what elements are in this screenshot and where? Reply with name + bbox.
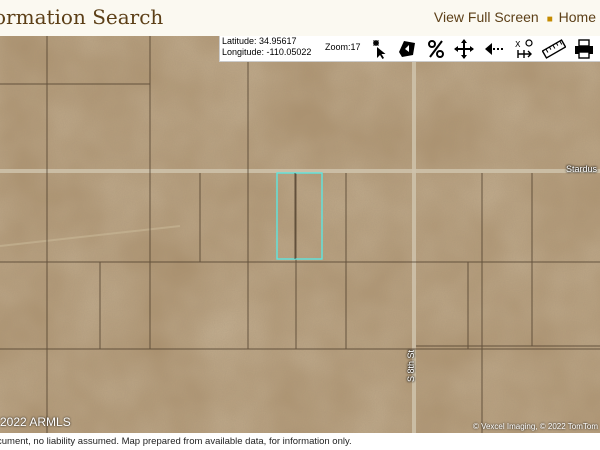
print-tool[interactable] [572,37,596,60]
print-icon [575,38,593,59]
coordinate-readout: Latitude: 34.95617 Longitude: -110.05022 [222,36,311,58]
home-icon: ■ [546,14,553,25]
header-bar: ormation Search View Full Screen ■ Home [0,0,600,37]
back-tool[interactable] [482,37,506,60]
draw-shape-tool[interactable] [395,37,419,60]
header-links: View Full Screen ■ Home [434,9,596,25]
road-label-8th-st: S 8th St [406,349,416,382]
pointer-star-icon [373,39,386,59]
footer-disclaimer: cument, no liability assumed. Map prepar… [0,433,600,450]
latitude-readout: Latitude: 34.95617 [222,36,297,46]
road-label-stardust: Stardus [566,164,598,174]
percent-tool[interactable] [424,37,448,60]
map-imagery [0,36,600,433]
map-copyright: 2022 ARMLS [0,415,71,429]
map-attribution: © Vexcel Imaging, © 2022 TomTom [472,422,598,431]
back-arrow-icon [485,42,503,55]
parcel-map[interactable]: Stardus S 8th St 2022 ARMLS © Vexcel Ima… [0,36,600,433]
percent-icon [428,39,444,58]
shape-icon [399,40,415,57]
measure-tool[interactable]: X [512,37,536,60]
svg-text:X: X [515,40,521,49]
map-toolbar: Latitude: 34.95617 Longitude: -110.05022… [219,36,600,62]
measure-xy-icon: X [515,38,533,58]
identify-pointer-tool[interactable] [366,37,390,60]
home-label: Home [558,9,596,25]
ruler-tool[interactable] [542,37,566,60]
home-link[interactable]: ■ Home [547,9,596,25]
view-full-screen-link[interactable]: View Full Screen [434,9,539,25]
longitude-readout: Longitude: -110.05022 [222,47,312,57]
ruler-icon [542,38,566,59]
page-title: ormation Search [0,5,164,29]
pan-tool[interactable] [452,37,476,60]
land-texture [0,36,600,433]
disclaimer-text: cument, no liability assumed. Map prepar… [0,436,352,447]
pan-arrows-icon [454,38,474,59]
zoom-level: Zoom:17 [325,42,361,52]
